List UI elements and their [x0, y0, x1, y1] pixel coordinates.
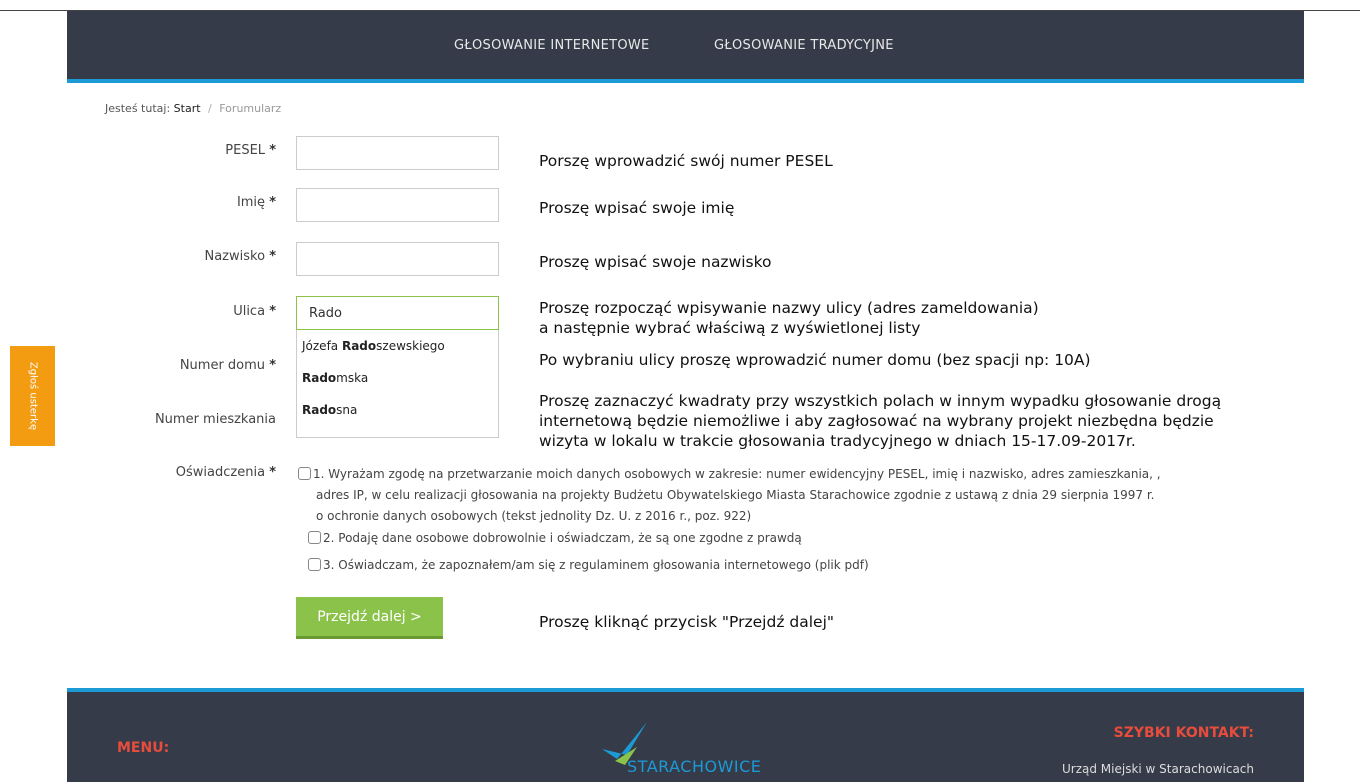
- first-name-hint: Proszę wpisać swoje imię: [539, 199, 735, 217]
- declaration-1-checkbox[interactable]: [298, 467, 311, 480]
- street-suggestion-item[interactable]: Józefa Radoszewskiego: [297, 330, 498, 362]
- declaration-3-checkbox[interactable]: [308, 558, 321, 571]
- footer-menu-title: MENU:: [117, 740, 170, 756]
- pesel-label: PESEL *: [225, 143, 276, 158]
- street-suggestion-item[interactable]: Radosna: [297, 394, 498, 426]
- breadcrumb: Jesteś tutaj: Start / Forumularz: [105, 102, 281, 115]
- breadcrumb-separator: /: [208, 102, 212, 115]
- last-name-hint: Proszę wpisać swoje nazwisko: [539, 253, 772, 271]
- street-autocomplete-dropdown: Józefa Radoszewskiego Radomska Radosna: [296, 330, 499, 438]
- declaration-item-3: 3. Oświadczam, że zapoznałem/am się z re…: [308, 555, 869, 576]
- footer-contact-title: SZYBKI KONTAKT:: [1113, 725, 1254, 741]
- apartment-number-label: Numer mieszkania: [154, 412, 276, 427]
- footer: MENU: STARACHOWICE SZYBKI KONTAKT: Urząd…: [67, 688, 1304, 782]
- submit-hint: Proszę kliknąć przycisk "Przejdź dalej": [539, 613, 834, 631]
- main-navbar: GŁOSOWANIE INTERNETOWE GŁOSOWANIE TRADYC…: [67, 11, 1304, 83]
- breadcrumb-prefix: Jesteś tutaj:: [105, 102, 171, 115]
- apartment-hint-line2: internetową będzie niemożliwe i aby zagł…: [539, 412, 1214, 430]
- breadcrumb-current: Forumularz: [219, 102, 282, 115]
- declaration-item-1: 1. Wyrażam zgodę na przetwarzanie moich …: [298, 464, 1161, 527]
- apartment-hint-line1: Proszę zaznaczyć kwadraty przy wszystkic…: [539, 392, 1222, 410]
- apartment-hint-line3: wizyta w lokalu w trakcie głosowania tra…: [539, 432, 1136, 450]
- first-name-label: Imię *: [236, 195, 276, 210]
- nav-item-traditional-voting[interactable]: GŁOSOWANIE TRADYCYJNE: [714, 38, 894, 53]
- last-name-input[interactable]: [296, 242, 499, 276]
- house-number-hint: Po wybraniu ulicy proszę wprowadzić nume…: [539, 351, 1091, 369]
- starachowice-logo: STARACHOWICE: [597, 717, 777, 777]
- logo-text: STARACHOWICE: [627, 757, 762, 776]
- house-number-label: Numer domu *: [179, 358, 276, 373]
- report-issue-tab[interactable]: Zgłoś usterkę: [10, 346, 55, 446]
- declaration-item-2: 2. Podaję dane osobowe dobrowolnie i ośw…: [308, 528, 802, 549]
- apartment-number-hint: Proszę zaznaczyć kwadraty przy wszystkic…: [539, 391, 1221, 451]
- pesel-hint: Porszę wprowadzić swój numer PESEL: [539, 152, 833, 170]
- footer-contact-line: Urząd Miejski w Starachowicach: [1062, 762, 1254, 776]
- declaration-2-checkbox[interactable]: [308, 531, 321, 544]
- street-input[interactable]: [296, 296, 499, 330]
- last-name-label: Nazwisko *: [204, 249, 276, 264]
- street-hint-line2: a następnie wybrać właściwą z wyświetlon…: [539, 319, 921, 337]
- breadcrumb-start-link[interactable]: Start: [174, 102, 201, 115]
- street-hint-line1: Proszę rozpocząć wpisywanie nazwy ulicy …: [539, 299, 1039, 317]
- declarations-label: Oświadczenia *: [175, 465, 276, 480]
- nav-item-internet-voting[interactable]: GŁOSOWANIE INTERNETOWE: [454, 38, 650, 53]
- pesel-input[interactable]: [296, 136, 499, 170]
- first-name-input[interactable]: [296, 188, 499, 222]
- street-hint: Proszę rozpocząć wpisywanie nazwy ulicy …: [539, 298, 1039, 338]
- next-button[interactable]: Przejdź dalej >: [296, 597, 443, 639]
- street-suggestion-item[interactable]: Radomska: [297, 362, 498, 394]
- street-label: Ulica *: [233, 304, 276, 319]
